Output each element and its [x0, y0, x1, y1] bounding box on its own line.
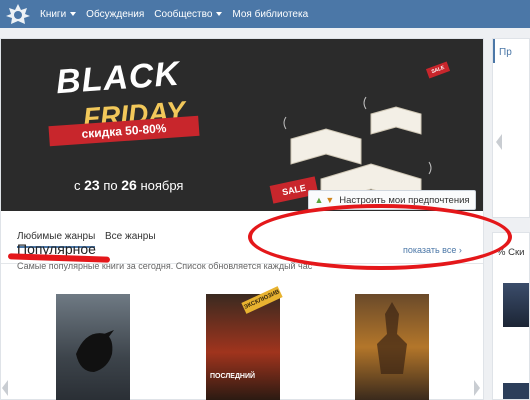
sidebar-prev-icon[interactable]: [496, 134, 502, 150]
sidebar-accent-bar: [493, 39, 495, 63]
sale-tag-small: SALE: [425, 61, 451, 79]
nav-discussions-label: Обсуждения: [86, 8, 145, 20]
dates-mid: по: [103, 178, 118, 193]
dates-prefix: с: [74, 178, 81, 193]
popular-subtitle: Самые популярные книги за сегодня. Списо…: [17, 261, 313, 271]
sidebar-box-2: % Ски: [492, 232, 530, 400]
site-logo-icon[interactable]: [5, 2, 31, 26]
main-nav: Книги Обсуждения Сообщество Моя библиоте…: [40, 0, 318, 28]
top-navbar: Книги Обсуждения Сообщество Моя библиоте…: [0, 0, 530, 28]
nav-my-library[interactable]: Моя библиотека: [232, 9, 308, 20]
banner-dates: с 23 по 26 ноября: [74, 177, 183, 193]
raven-illustration: [76, 330, 114, 372]
red-annotation-circle: [248, 204, 512, 270]
dates-suffix: ноября: [140, 178, 184, 193]
tab-all-genres[interactable]: Все жанры: [105, 231, 156, 242]
date-from: 23: [84, 177, 100, 193]
sidebar-book-thumbnail[interactable]: [503, 283, 529, 327]
thumbs-down-icon: ▼: [325, 195, 335, 205]
banner-discount: скидка 50-80%: [48, 115, 200, 147]
book-cover-1[interactable]: [56, 294, 130, 400]
nav-books[interactable]: Книги: [40, 8, 77, 20]
book-cover-3[interactable]: [355, 294, 429, 400]
nav-community-label: Сообщество: [154, 8, 213, 20]
sidebar-box-1: Пр: [492, 38, 530, 218]
banner-title-black: BLACK: [54, 54, 182, 102]
thumbs-up-icon: ▲: [314, 195, 324, 205]
nav-books-label: Книги: [40, 8, 67, 20]
date-to: 26: [121, 177, 137, 193]
nav-community[interactable]: Сообщество: [154, 8, 223, 20]
warrior-illustration: [377, 302, 407, 374]
sidebar-box-1-title: Пр: [499, 47, 512, 58]
carousel-prev-icon[interactable]: [2, 380, 8, 396]
carousel-next-icon[interactable]: [474, 380, 480, 396]
nav-my-library-label: Моя библиотека: [232, 8, 309, 20]
nav-discussions[interactable]: Обсуждения: [86, 9, 144, 20]
book-cover-2[interactable]: ПОСЛЕДНИЙ: [206, 294, 280, 400]
black-friday-banner[interactable]: BLACK FRIDAY скидка 50-80% с 23 по 26 но…: [1, 39, 483, 211]
book-cover-2-title: ПОСЛЕДНИЙ: [210, 373, 256, 380]
sidebar-book-thumbnail[interactable]: [503, 383, 529, 399]
chevron-down-icon: [216, 12, 223, 16]
chevron-down-icon: [70, 12, 77, 16]
